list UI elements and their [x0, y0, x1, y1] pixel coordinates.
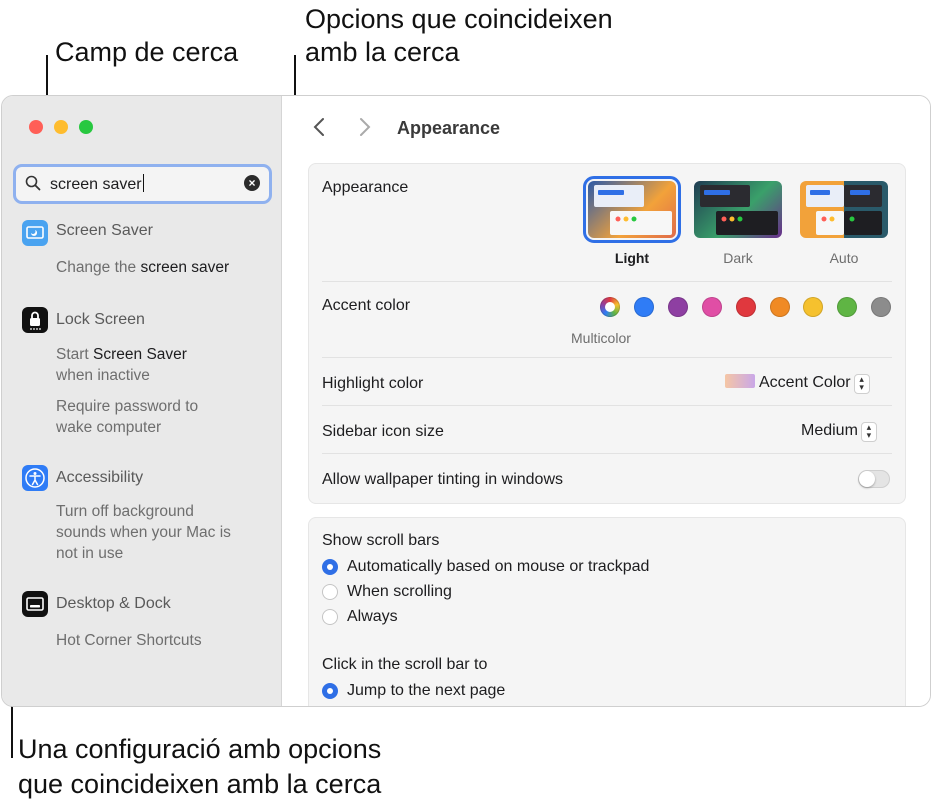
- popup-stepper-icon: ▴ ▾: [860, 422, 877, 442]
- page-title: Appearance: [397, 118, 501, 138]
- appearance-option-light[interactable]: [583, 176, 681, 243]
- jump-next-page-radio[interactable]: [322, 683, 338, 699]
- search-match-option[interactable]: Hot Corner Shortcuts: [56, 630, 271, 651]
- highlight-color-label: Highlight color: [322, 375, 424, 392]
- divider: [322, 281, 892, 282]
- search-input[interactable]: screen saver: [50, 174, 144, 194]
- scroll-bars-when-scrolling-label[interactable]: When scrolling: [347, 583, 452, 601]
- search-field[interactable]: screen saver ×: [13, 164, 272, 204]
- scroll-bars-auto-radio[interactable]: [322, 559, 338, 575]
- scroll-bars-auto-label[interactable]: Automatically based on mouse or trackpad: [347, 558, 649, 576]
- minimize-button[interactable]: [54, 120, 68, 134]
- callout-setting-line1: Una configuració amb opcions: [18, 734, 382, 764]
- accent-color-label: Accent color: [322, 297, 411, 314]
- accent-swatch-purple[interactable]: [668, 297, 688, 317]
- sidebar-item-label: Desktop & Dock: [56, 595, 171, 612]
- search-match-option[interactable]: Start Screen Saver when inactive: [56, 344, 271, 386]
- sidebar-item-label: Screen Saver: [56, 222, 153, 239]
- divider: [322, 357, 892, 358]
- sidebar-icon-size-label: Sidebar icon size: [322, 423, 444, 440]
- accent-caption: Multicolor: [571, 330, 631, 346]
- zoom-button[interactable]: [79, 120, 93, 134]
- accent-swatch-pink[interactable]: [702, 297, 722, 317]
- callout-setting-line2: que coincideixen amb la cerca: [18, 769, 382, 799]
- appearance-settings-group: Appearance Light Dark Auto Accent color: [308, 163, 906, 504]
- accent-swatch-red[interactable]: [736, 297, 756, 317]
- appearance-caption-light: Light: [614, 250, 650, 266]
- show-scroll-bars-label: Show scroll bars: [322, 532, 440, 549]
- desktop-dock-icon: [22, 591, 48, 617]
- appearance-label: Appearance: [322, 179, 409, 196]
- divider: [322, 405, 892, 406]
- popup-stepper-icon: ▴ ▾: [853, 374, 870, 394]
- scroll-bars-when-scrolling-radio[interactable]: [322, 584, 338, 600]
- appearance-option-auto[interactable]: [800, 181, 888, 238]
- accent-swatch-graphite[interactable]: [871, 297, 891, 317]
- chevron-left-icon[interactable]: [312, 116, 326, 145]
- clear-icon[interactable]: ×: [244, 175, 260, 191]
- settings-window: screen saver × Screen Saver Change the s…: [1, 95, 931, 707]
- accessibility-icon: [22, 465, 48, 491]
- sidebar-item-label: Lock Screen: [56, 311, 145, 328]
- search-match-option[interactable]: Require password to wake computer: [56, 396, 271, 438]
- appearance-option-dark[interactable]: [694, 181, 782, 238]
- jump-next-page-label[interactable]: Jump to the next page: [347, 682, 505, 700]
- accent-swatch-multicolor[interactable]: [600, 297, 620, 317]
- highlight-color-popup[interactable]: Accent Color ▴ ▾: [725, 374, 870, 394]
- highlight-color-swatch: [725, 374, 755, 388]
- sidebar-item-label: Accessibility: [56, 469, 144, 486]
- click-scroll-bar-label: Click in the scroll bar to: [322, 656, 488, 673]
- screen-saver-icon: [22, 220, 48, 246]
- search-match-option[interactable]: Turn off background sounds when your Mac …: [56, 501, 271, 564]
- callout-matching-options-line2: amb la cerca: [305, 37, 460, 67]
- magnifying-glass-icon: [25, 175, 41, 196]
- lock-icon: [22, 307, 48, 333]
- appearance-caption-auto: Auto: [829, 250, 859, 266]
- scroll-bars-always-radio[interactable]: [322, 609, 338, 625]
- appearance-caption-dark: Dark: [723, 250, 753, 266]
- search-match-option[interactable]: Change the screen saver: [56, 257, 271, 278]
- callout-search-field: Camp de cerca: [55, 37, 239, 67]
- chevron-right-icon[interactable]: [358, 116, 372, 145]
- close-button[interactable]: [29, 120, 43, 134]
- scroll-bars-always-label[interactable]: Always: [347, 608, 398, 626]
- accent-swatch-green[interactable]: [837, 297, 857, 317]
- scroll-bar-settings-group: Show scroll bars Automatically based on …: [308, 517, 906, 706]
- main-pane: Appearance Appearance Light Dark Auto Ac…: [282, 96, 930, 706]
- accent-swatch-blue[interactable]: [634, 297, 654, 317]
- accent-swatch-orange[interactable]: [770, 297, 790, 317]
- sidebar: screen saver × Screen Saver Change the s…: [2, 96, 282, 706]
- sidebar-icon-size-popup[interactable]: Medium ▴ ▾: [801, 422, 877, 442]
- wallpaper-tinting-toggle[interactable]: [858, 470, 890, 488]
- accent-swatch-yellow[interactable]: [803, 297, 823, 317]
- wallpaper-tinting-label: Allow wallpaper tinting in windows: [322, 471, 564, 488]
- divider: [322, 453, 892, 454]
- callout-matching-options-line1: Opcions que coincideixen: [305, 4, 613, 34]
